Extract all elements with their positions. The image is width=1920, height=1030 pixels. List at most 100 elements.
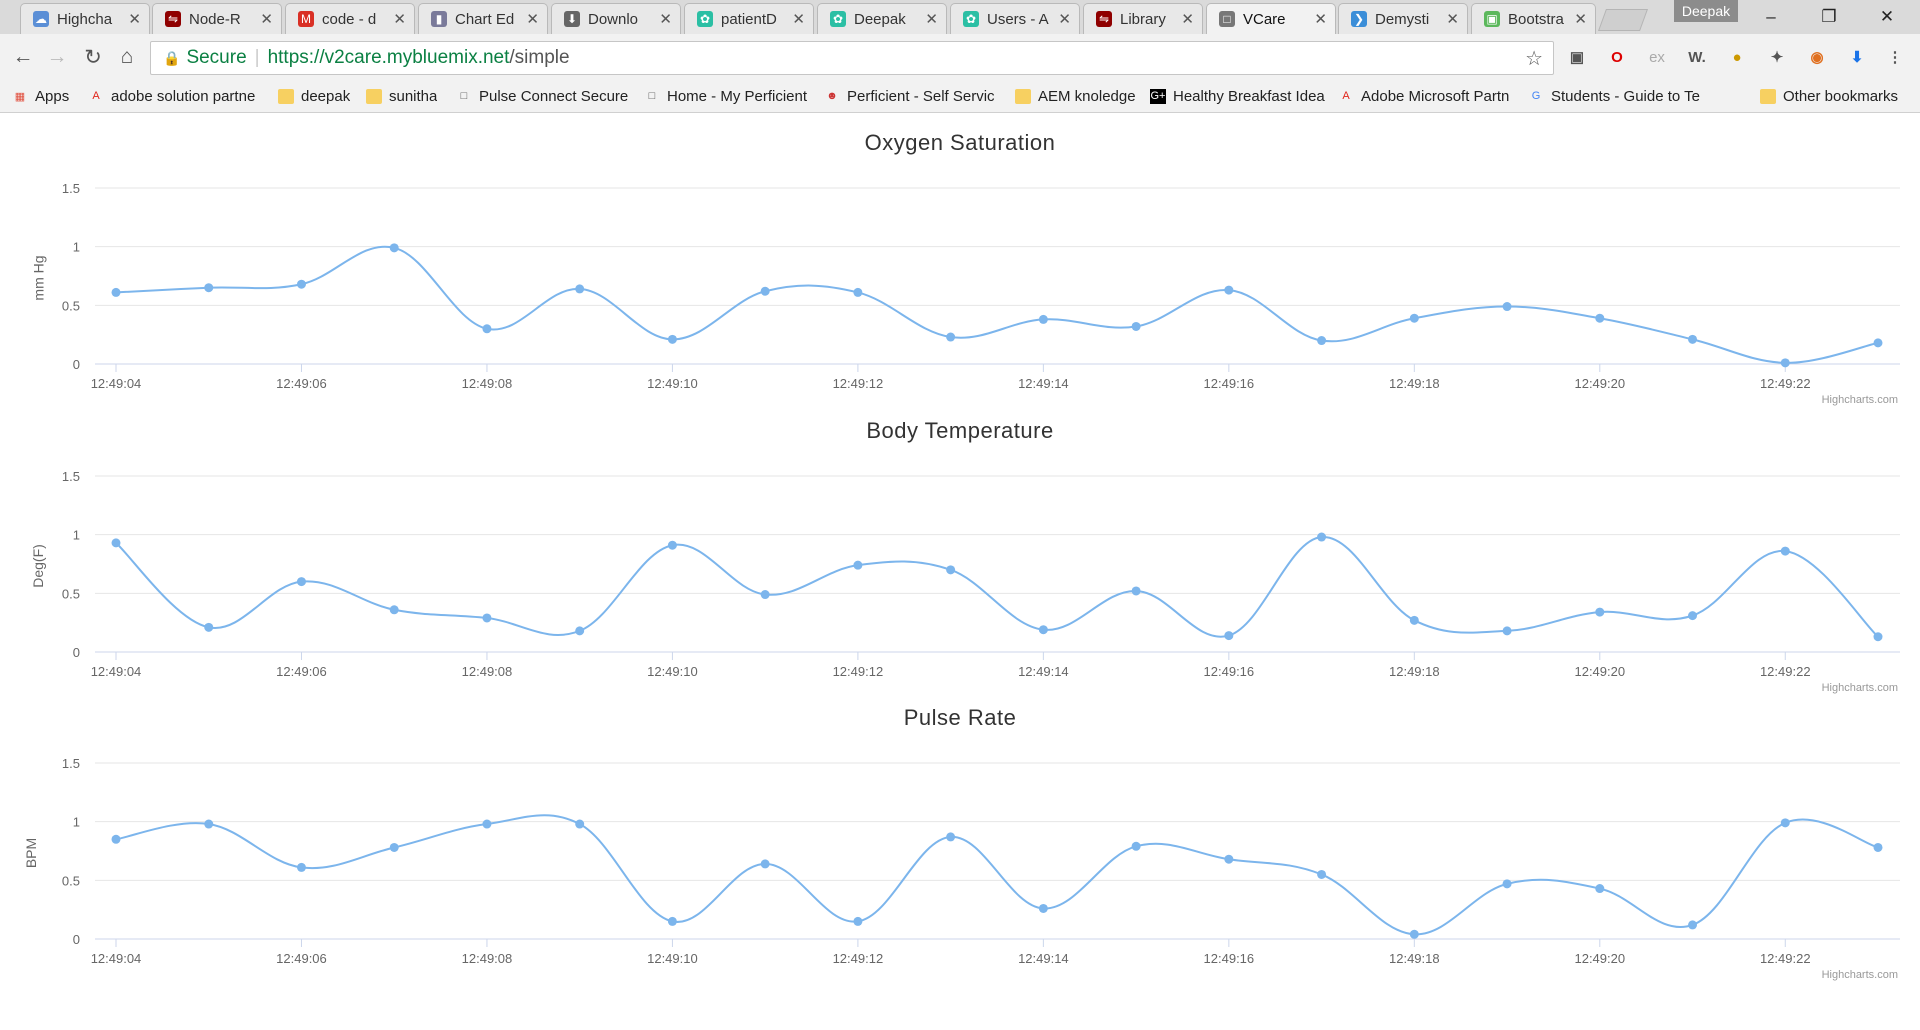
tab-vcare[interactable]: □ VCare ✕	[1206, 3, 1336, 34]
data-point[interactable]	[1038, 314, 1048, 324]
restore-button[interactable]: ❐	[1800, 0, 1858, 34]
tab-chart-ed[interactable]: ▮ Chart Ed ✕	[418, 3, 548, 34]
w-extension-icon[interactable]: W.	[1686, 46, 1708, 68]
data-point[interactable]	[1409, 929, 1419, 939]
tab-close-icon[interactable]: ✕	[1314, 10, 1327, 28]
bookmark-star-icon[interactable]: ☆	[1525, 46, 1543, 71]
bookmark-adobe-microsoft-partn[interactable]: A Adobe Microsoft Partn	[1338, 86, 1509, 106]
data-point[interactable]	[575, 284, 585, 294]
tab-close-icon[interactable]: ✕	[792, 10, 805, 28]
data-point[interactable]	[667, 916, 677, 926]
bookmark-perficient-self-servic[interactable]: ☻ Perficient - Self Servic	[824, 86, 994, 106]
bookmark-healthy-breakfast-idea[interactable]: G+ Healthy Breakfast Idea	[1150, 86, 1325, 106]
data-point[interactable]	[1502, 626, 1512, 636]
bookmark-students-guide-to-te[interactable]: G Students - Guide to Te	[1528, 86, 1700, 106]
address-bar[interactable]: 🔒 Secure | https://v2care.mybluemix.net /…	[150, 41, 1554, 75]
tab-close-icon[interactable]: ✕	[1058, 10, 1071, 28]
data-point[interactable]	[667, 540, 677, 550]
bookmark-adobe-solution-partne[interactable]: Aadobe solution partne	[88, 86, 255, 106]
bookmark-other-bookmarks[interactable]: Other bookmarks	[1760, 86, 1898, 106]
data-point[interactable]	[1873, 842, 1883, 852]
data-point[interactable]	[1038, 625, 1048, 635]
chrome-menu-icon[interactable]: ⋮	[1884, 46, 1906, 68]
data-point[interactable]	[389, 243, 399, 253]
tab-close-icon[interactable]: ✕	[1574, 10, 1587, 28]
data-point[interactable]	[760, 859, 770, 869]
data-point[interactable]	[204, 283, 214, 293]
data-point[interactable]	[575, 626, 585, 636]
tab-close-icon[interactable]: ✕	[393, 10, 406, 28]
bookmark-apps[interactable]: ▦ Apps	[12, 86, 69, 106]
data-point[interactable]	[760, 286, 770, 296]
close-window-button[interactable]: ✕	[1858, 0, 1916, 34]
data-point[interactable]	[1595, 313, 1605, 323]
data-point[interactable]	[1131, 321, 1141, 331]
data-point[interactable]	[1780, 546, 1790, 556]
data-point[interactable]	[296, 577, 306, 587]
tab-close-icon[interactable]: ✕	[1446, 10, 1459, 28]
data-point[interactable]	[1131, 841, 1141, 851]
circle-extension-icon[interactable]: ◉	[1806, 46, 1828, 68]
data-point[interactable]	[1595, 607, 1605, 617]
data-point[interactable]	[853, 287, 863, 297]
tab-demysti[interactable]: ❯ Demysti ✕	[1338, 3, 1468, 34]
data-point[interactable]	[111, 834, 121, 844]
bookmark-aem-knoledge[interactable]: AEM knoledge	[1015, 86, 1136, 106]
data-point[interactable]	[482, 819, 492, 829]
data-point[interactable]	[1224, 631, 1234, 641]
home-button[interactable]: ⌂	[112, 42, 142, 72]
data-point[interactable]	[1595, 884, 1605, 894]
bookmark-deepak[interactable]: deepak	[278, 86, 350, 106]
data-point[interactable]	[204, 819, 214, 829]
tab-close-icon[interactable]: ✕	[659, 10, 672, 28]
data-point[interactable]	[667, 334, 677, 344]
data-point[interactable]	[1502, 302, 1512, 312]
data-point[interactable]	[111, 287, 121, 297]
tab-close-icon[interactable]: ✕	[925, 10, 938, 28]
data-point[interactable]	[1873, 338, 1883, 348]
data-point[interactable]	[1317, 869, 1327, 879]
data-point[interactable]	[1688, 920, 1698, 930]
data-point[interactable]	[1038, 903, 1048, 913]
data-point[interactable]	[575, 819, 585, 829]
tab-node-r[interactable]: ⇋ Node-R ✕	[152, 3, 282, 34]
new-tab-button[interactable]	[1597, 9, 1649, 31]
tab-code-d[interactable]: Mcode - d ✕	[285, 3, 415, 34]
data-point[interactable]	[1317, 336, 1327, 346]
data-point[interactable]	[1688, 334, 1698, 344]
bookmark-home-my-perficient[interactable]: □ Home - My Perficient	[644, 86, 807, 106]
tab-bootstra[interactable]: ▣ Bootstra ✕	[1471, 3, 1596, 34]
tab-users-a[interactable]: ✿ Users - A ✕	[950, 3, 1080, 34]
data-point[interactable]	[853, 560, 863, 570]
data-point[interactable]	[1131, 586, 1141, 596]
tab-close-icon[interactable]: ✕	[526, 10, 539, 28]
data-point[interactable]	[389, 842, 399, 852]
ex-extension-icon[interactable]: ex	[1646, 46, 1668, 68]
data-point[interactable]	[946, 565, 956, 575]
tab-highcha[interactable]: ☁ Highcha ✕	[20, 3, 150, 34]
data-point[interactable]	[946, 332, 956, 342]
back-button[interactable]: ←	[8, 42, 38, 72]
data-point[interactable]	[1224, 854, 1234, 864]
tools-extension-icon[interactable]: ✦	[1766, 46, 1788, 68]
data-point[interactable]	[760, 590, 770, 600]
data-point[interactable]	[482, 324, 492, 334]
reload-button[interactable]: ↻	[78, 42, 108, 72]
data-point[interactable]	[1224, 285, 1234, 295]
data-point[interactable]	[1317, 532, 1327, 542]
tab-deepak[interactable]: ✿ Deepak ✕	[817, 3, 947, 34]
download-extension-icon[interactable]: ⬇	[1846, 46, 1868, 68]
tab-close-icon[interactable]: ✕	[260, 10, 273, 28]
data-point[interactable]	[946, 832, 956, 842]
tab-downlo[interactable]: ⬇ Downlo ✕	[551, 3, 681, 34]
data-point[interactable]	[204, 622, 214, 632]
extension-badge-icon[interactable]: ●	[1726, 46, 1748, 68]
profile-button[interactable]: Deepak	[1674, 0, 1738, 22]
forward-button[interactable]: →	[42, 42, 72, 72]
data-point[interactable]	[1688, 611, 1698, 621]
minimize-button[interactable]: –	[1742, 0, 1800, 34]
opera-icon[interactable]: O	[1606, 46, 1628, 68]
data-point[interactable]	[1409, 313, 1419, 323]
data-point[interactable]	[1780, 818, 1790, 828]
tab-library[interactable]: ⇋ Library ✕	[1083, 3, 1203, 34]
